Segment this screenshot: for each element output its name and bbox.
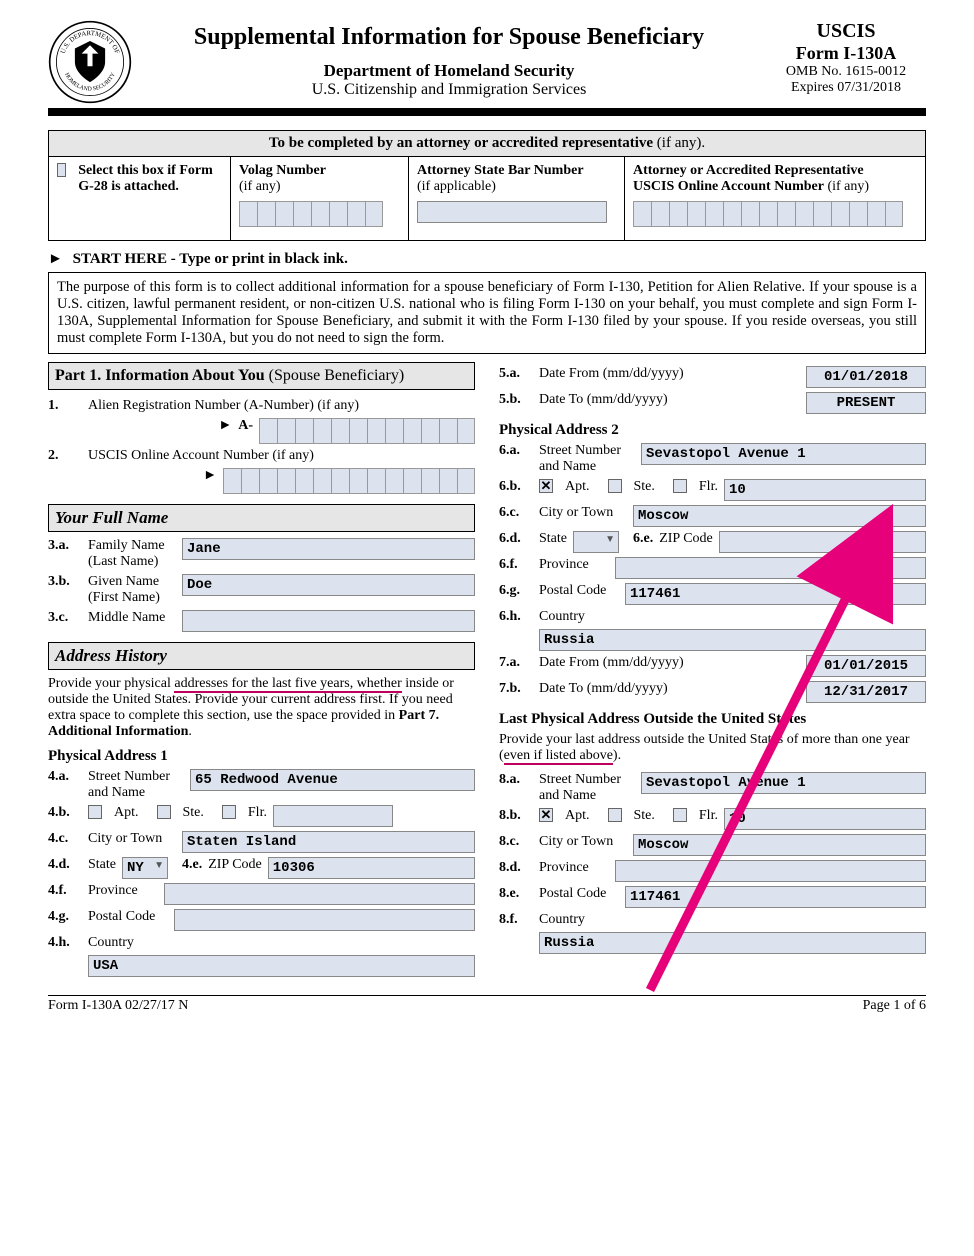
pa1-zip-input[interactable]: 10306	[268, 857, 475, 879]
pa1-flr-checkbox[interactable]	[222, 805, 236, 819]
pa1-street-input[interactable]: 65 Redwood Avenue	[190, 769, 475, 791]
pa2-zip-input[interactable]	[719, 531, 926, 553]
given-name-input[interactable]: Doe	[182, 574, 475, 596]
purpose-text: The purpose of this form is to collect a…	[48, 272, 926, 354]
form-title: Supplemental Information for Spouse Bene…	[142, 24, 756, 51]
pa2-state-select[interactable]: ▼	[573, 531, 619, 553]
pa1-country-input[interactable]: USA	[88, 955, 475, 977]
pa1-dateto-input[interactable]: PRESENT	[806, 392, 926, 414]
pa2-postal-input[interactable]: 117461	[625, 583, 926, 605]
pa1-unit-input[interactable]	[273, 805, 393, 827]
volag-input[interactable]	[239, 201, 383, 227]
addrhist-heading: Address History	[48, 642, 475, 670]
lastout-country-input[interactable]: Russia	[539, 932, 926, 954]
attorney-heading: To be completed by an attorney or accred…	[49, 131, 925, 157]
lastout-ste-checkbox[interactable]	[608, 808, 622, 822]
addrhist-instructions: Provide your physical addresses for the …	[48, 676, 475, 740]
pa2-country-input[interactable]: Russia	[539, 629, 926, 651]
pa2-flr-checkbox[interactable]	[673, 479, 687, 493]
pa2-ste-checkbox[interactable]	[608, 479, 622, 493]
lastout-city-input[interactable]: Moscow	[633, 834, 926, 856]
pa2-apt-checkbox[interactable]	[539, 479, 553, 493]
lastout-postal-input[interactable]: 117461	[625, 886, 926, 908]
pa2-city-input[interactable]: Moscow	[633, 505, 926, 527]
lastout-heading: Last Physical Address Outside the United…	[499, 711, 926, 728]
attorney-account-input[interactable]	[633, 201, 903, 227]
lastout-street-input[interactable]: Sevastopol Avenue 1	[641, 772, 926, 794]
arrow-icon: ►	[48, 251, 63, 268]
pa2-street-input[interactable]: Sevastopol Avenue 1	[641, 443, 926, 465]
fullname-heading: Your Full Name	[48, 504, 475, 532]
pa2-datefrom-input[interactable]: 01/01/2015	[806, 655, 926, 677]
pa2-heading: Physical Address 2	[499, 422, 926, 439]
pa1-postal-input[interactable]	[174, 909, 475, 931]
q1-label: Alien Registration Number (A-Number) (if…	[88, 398, 359, 414]
agency-name: U.S. Citizenship and Immigration Service…	[142, 81, 756, 99]
footer-left: Form I-130A 02/27/17 N	[48, 998, 188, 1014]
expires-date: Expires 07/31/2018	[766, 80, 926, 96]
footer-right: Page 1 of 6	[863, 998, 926, 1014]
pa1-apt-checkbox[interactable]	[88, 805, 102, 819]
bar-number-input[interactable]	[417, 201, 607, 223]
omb-number: OMB No. 1615-0012	[766, 64, 926, 80]
pa2-dateto-input[interactable]: 12/31/2017	[806, 681, 926, 703]
pa1-datefrom-input[interactable]: 01/01/2018	[806, 366, 926, 388]
dhs-seal-icon: U.S. DEPARTMENT OF HOMELAND SECURITY	[48, 20, 132, 104]
g28-label: Select this box if Form G-28 is attached…	[78, 163, 222, 232]
part1-header: Part 1. Information About You (Spouse Be…	[48, 362, 475, 390]
uscis-account-input[interactable]	[223, 468, 475, 494]
pa1-ste-checkbox[interactable]	[157, 805, 171, 819]
pa1-province-input[interactable]	[164, 883, 475, 905]
lastout-flr-checkbox[interactable]	[673, 808, 687, 822]
lastout-apt-checkbox[interactable]	[539, 808, 553, 822]
arrow-icon: ►	[203, 468, 217, 484]
family-name-input[interactable]: Jane	[182, 538, 475, 560]
pa2-unit-input[interactable]: 10	[724, 479, 926, 501]
form-number: Form I-130A	[766, 43, 926, 64]
g28-checkbox[interactable]	[57, 163, 66, 177]
lastout-province-input[interactable]	[615, 860, 926, 882]
uscis-label: USCIS	[766, 20, 926, 43]
q2-label: USCIS Online Account Number (if any)	[88, 448, 314, 464]
pa1-state-select[interactable]: NY▼	[122, 857, 168, 879]
middle-name-input[interactable]	[182, 610, 475, 632]
arrow-icon: ►	[218, 418, 232, 434]
lastout-unit-input[interactable]: 10	[724, 808, 926, 830]
pa1-city-input[interactable]: Staten Island	[182, 831, 475, 853]
lastout-instructions: Provide your last address outside the Un…	[499, 732, 926, 764]
start-here-label: START HERE - Type or print in black ink.	[73, 251, 348, 267]
dept-name: Department of Homeland Security	[142, 61, 756, 81]
pa1-heading: Physical Address 1	[48, 748, 475, 765]
pa2-province-input[interactable]	[615, 557, 926, 579]
a-number-input[interactable]	[259, 418, 475, 444]
